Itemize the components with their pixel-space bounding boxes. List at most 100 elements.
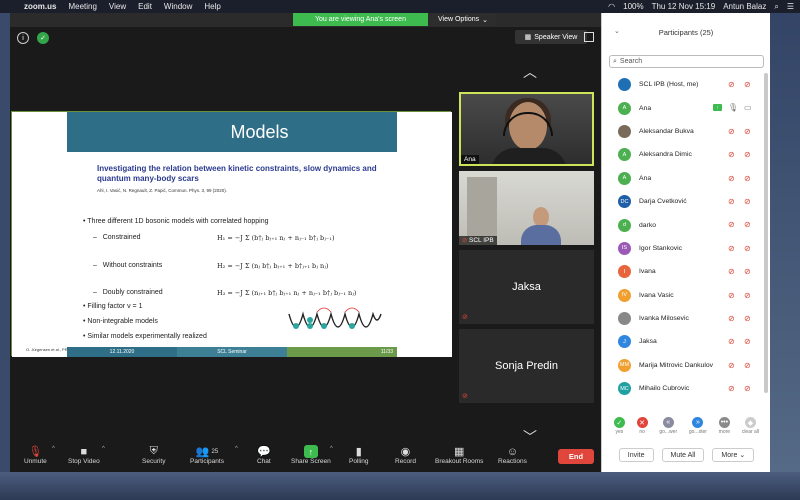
video-camera-icon[interactable]: ▭ (744, 103, 752, 112)
smiley-icon: ☺ (506, 445, 519, 458)
participant-row[interactable]: IV Ivana Vasic ⊘ ⊘ (602, 284, 771, 307)
more-button[interactable]: More ⌄ (712, 448, 755, 462)
scroll-up-chevron-icon[interactable]: ︿ (520, 65, 540, 79)
chat-button[interactable]: 💬 Chat (257, 445, 271, 465)
video-off-icon[interactable]: ⊘ (744, 80, 751, 89)
view-options-button[interactable]: View Options ⌄ (430, 13, 496, 26)
audio-options-caret-icon[interactable]: ^ (52, 446, 55, 452)
breakout-rooms-button[interactable]: ▦ Breakout Rooms (435, 445, 483, 465)
participant-row[interactable]: MC Mihailo Cubrovic ⊘ ⊘ (602, 377, 771, 400)
video-off-icon[interactable]: ⊘ (744, 197, 751, 206)
fullscreen-icon[interactable] (584, 32, 594, 42)
participant-row[interactable]: I Ivana ⊘ ⊘ (602, 260, 771, 283)
mic-muted-icon[interactable]: ⊘ (728, 244, 735, 253)
participant-row[interactable]: d darko ⊘ ⊘ (602, 213, 771, 236)
participant-row[interactable]: SCL IPB (Host, me) ⊘ ⊘ (602, 73, 771, 96)
reaction-0[interactable]: ✓ yes (613, 417, 625, 443)
mic-muted-icon[interactable]: ⊘ (728, 337, 735, 346)
breakout-rooms-label: Breakout Rooms (435, 458, 484, 465)
mic-muted-icon[interactable]: ⊘ (728, 197, 735, 206)
reaction-4[interactable]: ••• more (719, 417, 730, 443)
record-icon: ◉ (400, 446, 411, 458)
reaction-3[interactable]: » go...ster (689, 417, 707, 443)
menu-window[interactable]: Window (164, 2, 192, 11)
battery-percent[interactable]: 100% (623, 2, 643, 11)
video-off-icon[interactable]: ⊘ (744, 314, 751, 323)
video-off-icon[interactable]: ⊘ (744, 174, 751, 183)
participant-list-scrollbar[interactable] (764, 73, 768, 393)
share-screen-button[interactable]: ↑ Share Screen (291, 445, 331, 465)
mic-muted-icon[interactable]: ⊘ (728, 150, 735, 159)
mic-muted-icon[interactable]: ⊘ (728, 127, 735, 136)
info-icon[interactable]: i (17, 32, 29, 44)
mute-all-button[interactable]: Mute All (661, 448, 705, 462)
polling-button[interactable]: ▮ Polling (349, 445, 369, 465)
participant-row[interactable]: A Ana ⊘ ⊘ (602, 167, 771, 190)
video-off-icon[interactable]: ⊘ (744, 127, 751, 136)
participant-name: darko (639, 221, 657, 229)
participant-search-input[interactable]: ⌕ Search (609, 55, 764, 68)
speaker-view-button[interactable]: ▦ Speaker View (515, 30, 587, 44)
video-tile-ana[interactable]: Ana (459, 92, 594, 166)
record-button[interactable]: ◉ Record (395, 445, 416, 465)
invite-button[interactable]: Invite (618, 448, 654, 462)
mic-muted-icon[interactable]: ⊘ (728, 267, 735, 276)
participant-row[interactable]: Ivanka Milosevic ⊘ ⊘ (602, 307, 771, 330)
video-off-icon[interactable]: ⊘ (744, 150, 751, 159)
reaction-label: more (718, 429, 731, 435)
menu-edit[interactable]: Edit (138, 2, 152, 11)
reaction-1[interactable]: ✕ no (636, 417, 648, 443)
app-menu[interactable]: zoom.us (24, 2, 56, 11)
video-off-icon[interactable]: ⊘ (744, 244, 751, 253)
mic-muted-icon[interactable]: ⊘ (728, 220, 735, 229)
mic-muted-icon[interactable]: ⊘ (728, 384, 735, 393)
user-name[interactable]: Antun Balaz (723, 2, 766, 11)
menu-view[interactable]: View (109, 2, 126, 11)
stop-video-button[interactable]: ■ Stop Video (68, 445, 100, 466)
collapse-chevron-icon[interactable]: ⌄ (614, 27, 620, 35)
reaction-5[interactable]: ◆ clear all (742, 417, 759, 443)
video-tile-scl-ipb[interactable]: ⊘ SCL IPB (459, 171, 594, 245)
screen-share-icon: ↑ (713, 104, 722, 112)
clock[interactable]: Thu 12 Nov 15:19 (652, 2, 716, 11)
participant-row[interactable]: J Jaksa ⊘ ⊘ (602, 330, 771, 353)
menu-meeting[interactable]: Meeting (68, 2, 96, 11)
search-placeholder: Search (619, 58, 643, 65)
video-off-icon[interactable]: ⊘ (744, 291, 751, 300)
search-icon[interactable]: ⌕ (774, 2, 778, 12)
video-off-icon[interactable]: ⊘ (744, 220, 751, 229)
video-options-caret-icon[interactable]: ^ (102, 446, 105, 452)
participant-row[interactable]: A Ana ↑ 🎙 ▭ (602, 96, 771, 119)
mic-muted-icon[interactable]: ⊘ (728, 361, 735, 370)
participant-row[interactable]: A Aleksandra Dimic ⊘ ⊘ (602, 143, 771, 166)
share-options-caret-icon[interactable]: ^ (330, 446, 333, 452)
video-off-icon[interactable]: ⊘ (744, 361, 751, 370)
mic-icon[interactable]: 🎙 (728, 103, 738, 112)
participants-caret-icon[interactable]: ^ (235, 446, 238, 452)
reaction-2[interactable]: «go...wer (659, 417, 677, 443)
security-button[interactable]: ⛨ Security (142, 445, 165, 465)
end-meeting-button[interactable]: End (558, 449, 594, 464)
encryption-shield-icon[interactable]: ✓ (37, 32, 49, 44)
wifi-icon[interactable]: ◠ (608, 2, 615, 11)
unmute-button[interactable]: 🎙 Unmute (24, 445, 47, 465)
video-off-icon[interactable]: ⊘ (744, 267, 751, 276)
participant-row[interactable]: MM Marija Mitrovic Dankulov ⊘ ⊘ (602, 354, 771, 377)
mic-muted-icon[interactable]: ⊘ (728, 314, 735, 323)
video-off-icon[interactable]: ⊘ (744, 384, 751, 393)
video-tile-sonja-predin[interactable]: Sonja Predin ⊘ (459, 329, 594, 403)
participant-row[interactable]: Aleksandar Bukva ⊘ ⊘ (602, 120, 771, 143)
mic-muted-icon[interactable]: ⊘ (728, 291, 735, 300)
menu-help[interactable]: Help (204, 2, 220, 11)
reactions-button[interactable]: ☺ Reactions (498, 445, 527, 466)
slide-title: Models (67, 112, 452, 152)
video-tile-jaksa[interactable]: Jaksa ⊘ (459, 250, 594, 324)
control-center-icon[interactable]: ☰ (787, 2, 794, 11)
video-off-icon[interactable]: ⊘ (744, 337, 751, 346)
participants-button[interactable]: 👥 25 Participants (190, 445, 224, 465)
participant-name: Jaksa (512, 281, 541, 293)
mic-muted-icon[interactable]: ⊘ (728, 80, 735, 89)
participant-row[interactable]: DC Darja Cvetković ⊘ ⊘ (602, 190, 771, 213)
mic-muted-icon[interactable]: ⊘ (728, 174, 735, 183)
participant-row[interactable]: IS Igor Stankovic ⊘ ⊘ (602, 237, 771, 260)
